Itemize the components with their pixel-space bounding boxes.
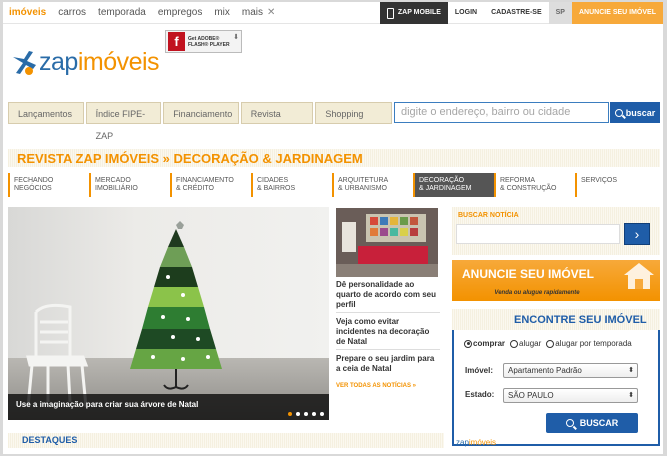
portal-tab-empregos[interactable]: empregos <box>158 7 202 18</box>
news-search-label: BUSCAR NOTÍCIA <box>458 212 519 219</box>
see-all-news-link[interactable]: VER TODAS AS NOTÍCIAS » <box>336 383 416 389</box>
top-bar: imóveis carros temporada empregos mix ma… <box>3 2 663 24</box>
anuncie-top-link[interactable]: ANUNCIE SEU IMÓVEL <box>571 2 663 24</box>
slide-dot[interactable] <box>312 412 316 416</box>
region-selector[interactable]: SP <box>548 2 572 24</box>
portal-nav: imóveis carros temporada empregos mix ma… <box>9 7 287 18</box>
subnav-servicos[interactable]: SERVIÇOS <box>575 173 656 197</box>
anuncie-title: ANUNCIE SEU IMÓVEL <box>462 267 595 281</box>
imovel-select[interactable]: Apartamento Padrão ⬍ <box>503 363 638 378</box>
main-nav: Lançamentos Índice FIPE-ZAP Financiament… <box>8 102 392 141</box>
login-link[interactable]: LOGIN <box>448 2 484 24</box>
close-icon[interactable]: ✕ <box>267 7 275 18</box>
news-divider <box>336 312 440 313</box>
buscar-label: BUSCAR <box>579 418 619 428</box>
nav-revista[interactable]: Revista <box>240 102 314 124</box>
estado-label: Estado: <box>465 390 495 399</box>
logo-mark-icon <box>13 50 36 75</box>
get-flash-player-badge[interactable]: f Get ADOBE® FLASH® PLAYER ⬇ <box>165 30 242 53</box>
portal-tab-mais[interactable]: mais <box>242 7 263 18</box>
radio-icon <box>510 339 519 348</box>
subnav-mercado-imobiliario[interactable]: MERCADO IMOBILIÁRIO <box>89 173 170 197</box>
news-divider <box>336 349 440 350</box>
select-arrows-icon: ⬍ <box>628 392 634 399</box>
zap-imoveis-small-logo[interactable]: zapimóveis <box>456 438 496 447</box>
portal-tab-temporada[interactable]: temporada <box>98 7 146 18</box>
search-icon <box>614 108 623 117</box>
nav-indice-fipe-zap[interactable]: Índice FIPE-ZAP <box>85 102 162 141</box>
phone-icon <box>386 7 394 19</box>
news-item-1[interactable]: Dê personalidade ao quarto de acordo com… <box>336 280 440 310</box>
news-search-input[interactable] <box>456 224 620 244</box>
news-item-3[interactable]: Prepare o seu jardim para a ceia de Nata… <box>336 354 440 374</box>
download-arrow-icon: ⬇ <box>233 34 239 41</box>
subnav-fechando-negocios[interactable]: FECHANDO NEGÓCIOS <box>8 173 89 197</box>
flash-icon: f <box>168 32 185 51</box>
section-title: REVISTA ZAP IMÓVEIS » DECORAÇÃO & JARDIN… <box>17 151 363 166</box>
nav-financiamento[interactable]: Financiamento <box>163 102 239 124</box>
imovel-label: Imóvel: <box>465 366 494 375</box>
zap-mobile-link[interactable]: ZAP MOBILE <box>379 2 448 24</box>
radio-selected-icon <box>464 339 472 348</box>
anuncie-subtitle: Venda ou alugue rapidamente <box>494 290 580 296</box>
bedroom-image <box>336 208 438 277</box>
search-icon <box>565 419 574 427</box>
logo-wordmark: zapimóveis <box>39 48 160 76</box>
estado-select[interactable]: SÃO PAULO ⬍ <box>503 388 638 403</box>
select-arrows-icon: ⬍ <box>628 367 634 374</box>
portal-tab-mix[interactable]: mix <box>214 7 230 18</box>
hero-image <box>26 221 222 408</box>
find-property-title: ENCONTRE SEU IMÓVEL <box>514 314 647 326</box>
destaques-header: DESTAQUES <box>8 433 444 448</box>
subnav-arquitetura-urbanismo[interactable]: ARQUITETURA & URBANISMO <box>332 173 413 197</box>
subnav-financiamento-credito[interactable]: FINANCIAMENTO & CRÉDITO <box>170 173 251 197</box>
news-search-button[interactable]: › <box>624 223 650 245</box>
slide-dot[interactable] <box>288 412 292 416</box>
buscar-button[interactable]: BUSCAR <box>546 413 638 433</box>
zap-imoveis-logo[interactable]: zapimóveis <box>11 48 160 77</box>
zap-mobile-label: ZAP MOBILE <box>397 9 441 16</box>
transaction-radio-group: comprar alugar alugar por temporada <box>464 339 632 348</box>
slide-dot[interactable] <box>320 412 324 416</box>
radio-comprar[interactable]: comprar <box>464 339 505 348</box>
house-icon <box>624 263 654 289</box>
page: imóveis carros temporada empregos mix ma… <box>3 2 663 454</box>
nav-lancamentos[interactable]: Lançamentos <box>8 102 84 124</box>
destaques-title: DESTAQUES <box>22 435 78 445</box>
subnav-cidades-bairros[interactable]: CIDADES & BAIRROS <box>251 173 332 197</box>
subnav-decoracao-jardinagem[interactable]: DECORAÇÃO & JARDINAGEM <box>413 173 494 197</box>
search-button[interactable]: buscar <box>610 102 660 123</box>
slide-dot[interactable] <box>304 412 308 416</box>
search-button-label: buscar <box>625 107 656 118</box>
portal-tab-imoveis[interactable]: imóveis <box>9 7 46 18</box>
subnav-reforma-construcao[interactable]: REFORMA & CONSTRUÇÃO <box>494 173 575 197</box>
nav-shopping[interactable]: Shopping <box>315 102 392 124</box>
search-input[interactable]: digite o endereço, bairro ou cidade <box>394 102 609 123</box>
flash-line2: FLASH® PLAYER <box>188 41 230 48</box>
slide-dots <box>288 412 324 416</box>
slide-dot[interactable] <box>296 412 300 416</box>
news-thumbnail[interactable] <box>336 208 438 277</box>
radio-alugar[interactable]: alugar <box>510 339 541 348</box>
section-subnav: FECHANDO NEGÓCIOS MERCADO IMOBILIÁRIO FINA… <box>8 173 660 197</box>
hero-caption[interactable]: Use a imaginação para criar sua árvore d… <box>8 394 329 420</box>
hero-slideshow[interactable]: Use a imaginação para criar sua árvore d… <box>8 207 329 420</box>
news-item-2[interactable]: Veja como evitar incidentes na decoração… <box>336 317 440 347</box>
cadastre-link[interactable]: CADASTRE-SE <box>484 2 549 24</box>
account-links: ZAP MOBILE LOGIN CADASTRE-SE SP ANUNCIE … <box>379 2 663 24</box>
radio-icon <box>546 339 555 348</box>
portal-tab-carros[interactable]: carros <box>58 7 86 18</box>
radio-alugar-temporada[interactable]: alugar por temporada <box>546 339 632 348</box>
